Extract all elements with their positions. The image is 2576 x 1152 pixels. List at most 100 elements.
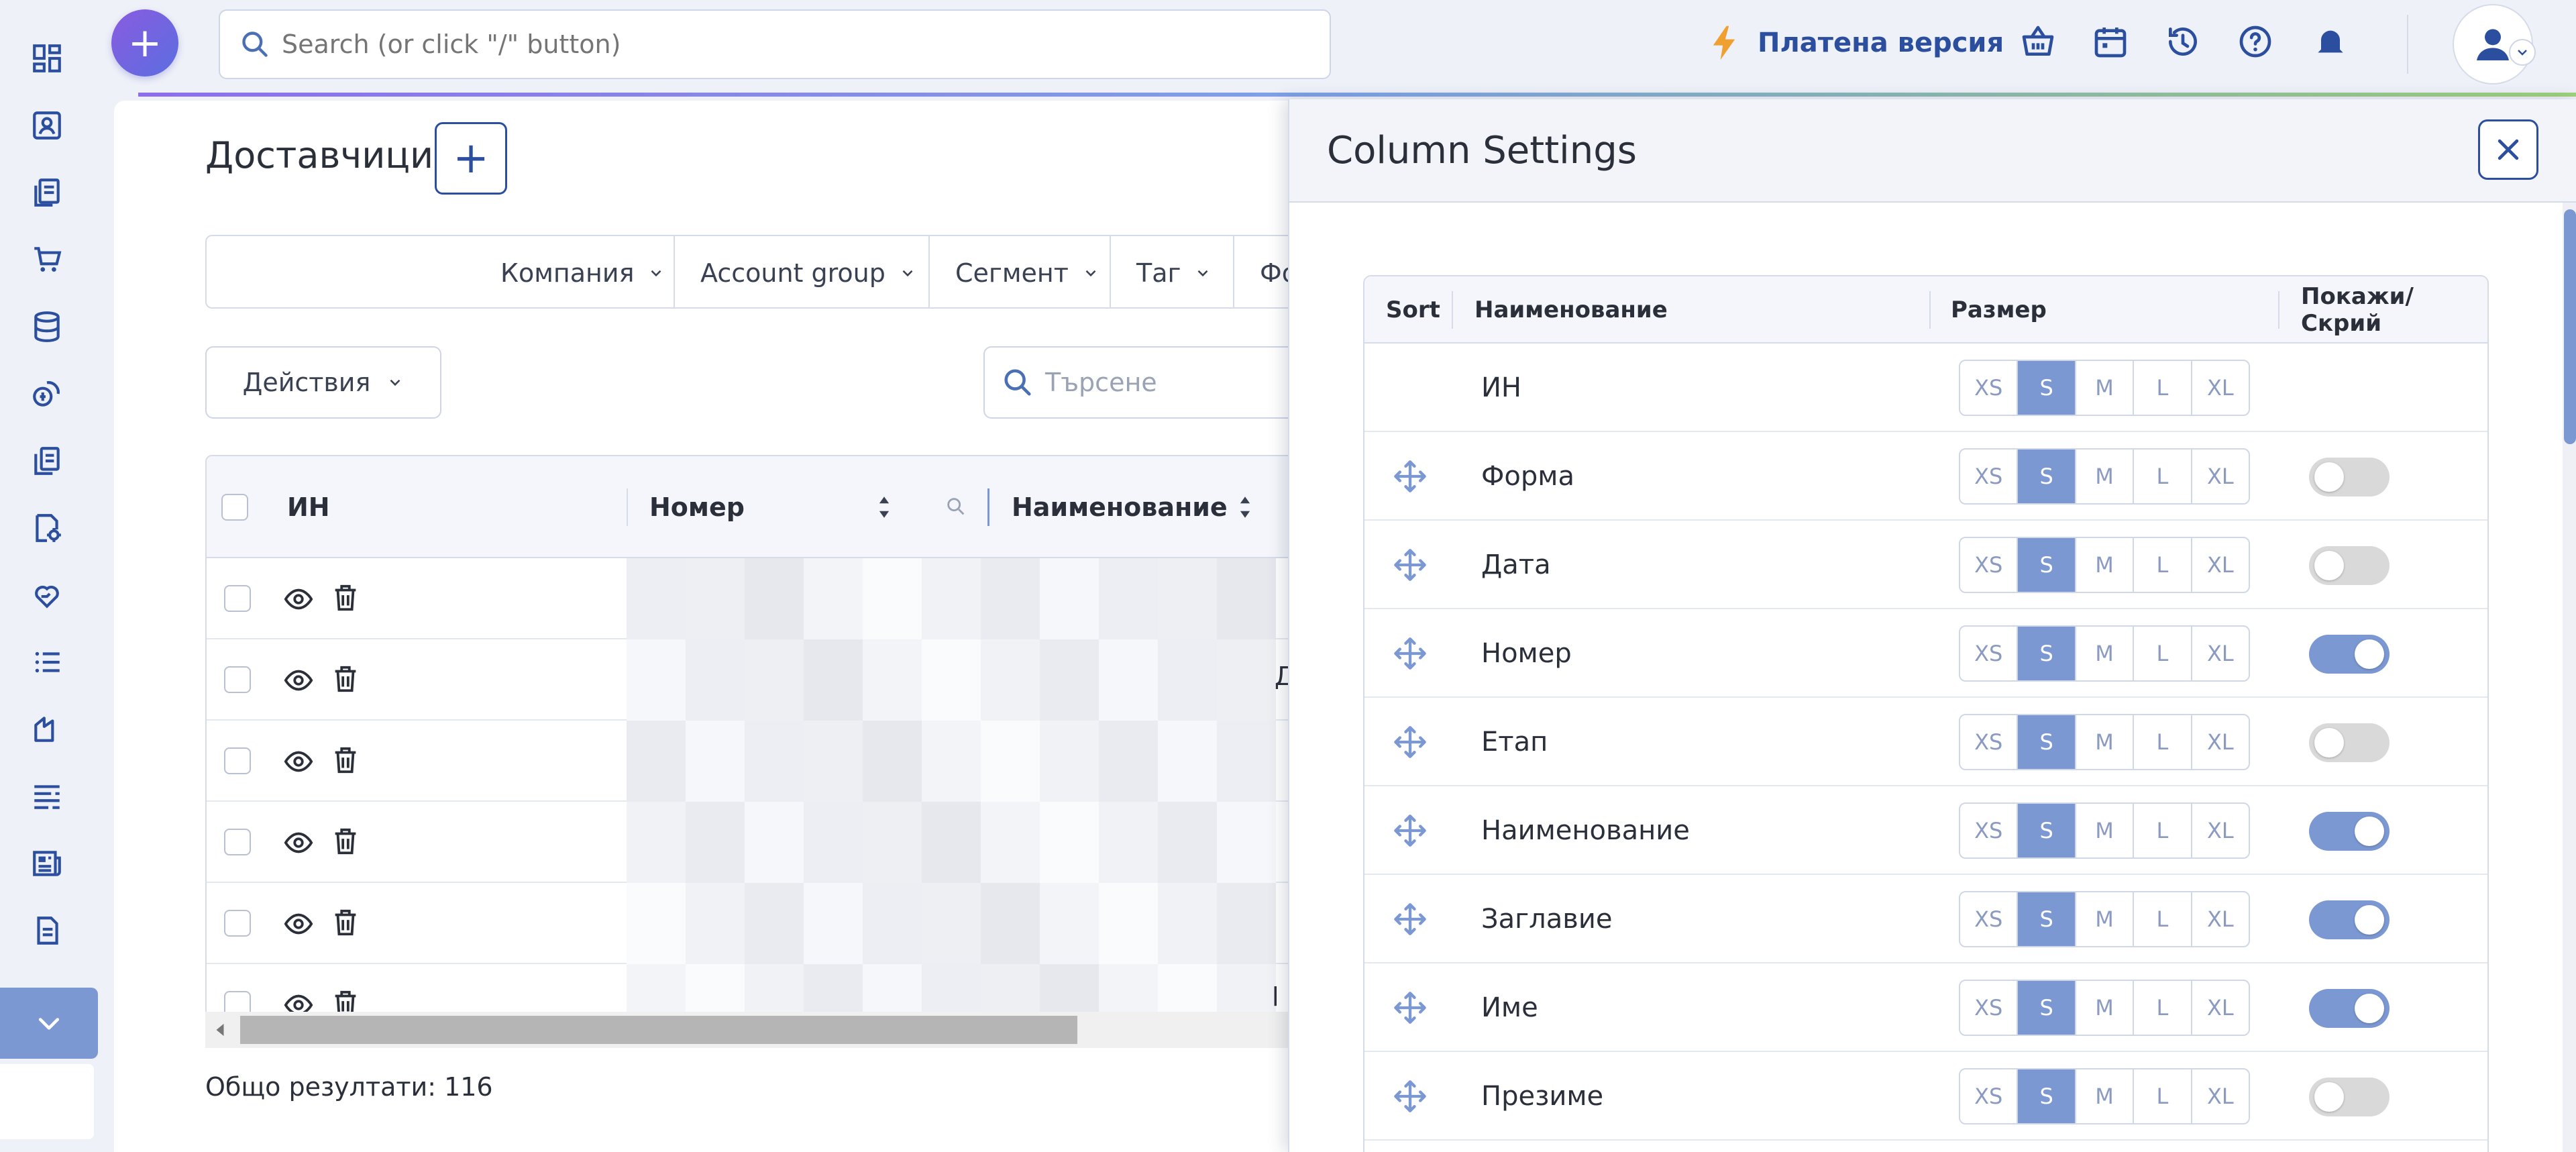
size-option-xl[interactable]: XL bbox=[2192, 892, 2249, 946]
filter-segment[interactable]: Сегмент bbox=[928, 236, 1125, 307]
drag-handle-icon[interactable] bbox=[1393, 990, 1428, 1025]
size-option-xl[interactable]: XL bbox=[2192, 450, 2249, 503]
size-option-m[interactable]: M bbox=[2076, 538, 2135, 592]
size-option-l[interactable]: L bbox=[2134, 981, 2192, 1035]
size-option-l[interactable]: L bbox=[2134, 715, 2192, 769]
size-option-xl[interactable]: XL bbox=[2192, 1069, 2249, 1123]
eye-icon[interactable] bbox=[283, 827, 314, 858]
size-option-xs[interactable]: XS bbox=[1960, 892, 2019, 946]
column-header-number[interactable]: Номер bbox=[649, 456, 745, 558]
size-option-xs[interactable]: XS bbox=[1960, 715, 2019, 769]
help-button[interactable] bbox=[2234, 20, 2277, 63]
table-row[interactable] bbox=[207, 639, 1318, 721]
size-option-l[interactable]: L bbox=[2134, 450, 2192, 503]
panel-scroll-thumb[interactable] bbox=[2564, 209, 2576, 444]
horizontal-scrollbar[interactable] bbox=[205, 1012, 1319, 1048]
size-option-xs[interactable]: XS bbox=[1960, 538, 2019, 592]
basket-button[interactable] bbox=[2017, 20, 2059, 63]
column-header-in[interactable]: ИН bbox=[287, 456, 330, 558]
size-option-m[interactable]: M bbox=[2076, 981, 2135, 1035]
rail-item-lines[interactable] bbox=[29, 778, 65, 815]
size-option-m[interactable]: M bbox=[2076, 715, 2135, 769]
size-option-xs[interactable]: XS bbox=[1960, 450, 2019, 503]
drag-handle-icon[interactable] bbox=[1393, 902, 1428, 937]
size-option-xl[interactable]: XL bbox=[2192, 538, 2249, 592]
trash-icon[interactable] bbox=[330, 664, 361, 694]
add-supplier-button[interactable]: + bbox=[435, 122, 507, 195]
trash-icon[interactable] bbox=[330, 907, 361, 938]
calendar-button[interactable] bbox=[2089, 20, 2132, 63]
close-panel-button[interactable] bbox=[2478, 119, 2538, 180]
size-option-xl[interactable]: XL bbox=[2192, 715, 2249, 769]
column-resize-handle[interactable] bbox=[987, 488, 989, 526]
sort-icon[interactable] bbox=[872, 494, 896, 521]
drag-handle-icon[interactable] bbox=[1393, 813, 1428, 848]
table-search[interactable]: Търсене bbox=[983, 346, 1319, 419]
drag-handle-icon[interactable] bbox=[1393, 636, 1428, 671]
size-option-xs[interactable]: XS bbox=[1960, 361, 2019, 415]
table-row[interactable] bbox=[207, 721, 1318, 802]
actions-dropdown[interactable]: Действия bbox=[205, 346, 441, 419]
notifications-button[interactable] bbox=[2309, 20, 2352, 63]
size-option-s[interactable]: S bbox=[2018, 627, 2076, 680]
size-option-s[interactable]: S bbox=[2018, 1069, 2076, 1123]
filter-account-group[interactable]: Account group bbox=[674, 236, 942, 307]
select-all-checkbox[interactable] bbox=[221, 456, 248, 558]
table-row[interactable] bbox=[207, 802, 1318, 883]
size-option-s[interactable]: S bbox=[2018, 981, 2076, 1035]
size-option-m[interactable]: M bbox=[2076, 892, 2135, 946]
row-checkbox[interactable] bbox=[224, 829, 251, 855]
size-option-m[interactable]: M bbox=[2076, 804, 2135, 857]
eye-icon[interactable] bbox=[283, 908, 314, 939]
visibility-toggle[interactable] bbox=[2309, 812, 2390, 851]
size-option-s[interactable]: S bbox=[2018, 538, 2076, 592]
visibility-toggle[interactable] bbox=[2309, 458, 2390, 496]
size-option-xl[interactable]: XL bbox=[2192, 627, 2249, 680]
rail-item-heart-hand[interactable] bbox=[29, 577, 65, 613]
size-option-xs[interactable]: XS bbox=[1960, 1069, 2019, 1123]
filter-company[interactable]: Компания bbox=[475, 236, 690, 307]
rail-item-cart[interactable] bbox=[29, 242, 65, 278]
filter-tag[interactable]: Таг bbox=[1110, 236, 1237, 307]
table-row[interactable] bbox=[207, 883, 1318, 964]
visibility-toggle[interactable] bbox=[2309, 1078, 2390, 1116]
visibility-toggle[interactable] bbox=[2309, 900, 2390, 939]
global-search[interactable] bbox=[219, 9, 1331, 79]
drag-handle-icon[interactable] bbox=[1393, 725, 1428, 760]
visibility-toggle[interactable] bbox=[2309, 635, 2390, 674]
size-option-l[interactable]: L bbox=[2134, 538, 2192, 592]
drag-handle-icon[interactable] bbox=[1393, 1079, 1428, 1114]
paid-version-link[interactable]: Платена версия bbox=[1709, 23, 2004, 63]
size-option-l[interactable]: L bbox=[2134, 627, 2192, 680]
size-option-xl[interactable]: XL bbox=[2192, 361, 2249, 415]
sort-icon[interactable] bbox=[1233, 494, 1257, 521]
visibility-toggle[interactable] bbox=[2309, 546, 2390, 585]
trash-icon[interactable] bbox=[330, 745, 361, 776]
rail-item-coins[interactable] bbox=[29, 376, 65, 412]
rail-item-newspaper[interactable] bbox=[29, 845, 65, 882]
panel-vertical-scrollbar[interactable] bbox=[2563, 203, 2576, 1152]
rail-item-contact-card[interactable] bbox=[29, 107, 65, 144]
history-button[interactable] bbox=[2161, 20, 2204, 63]
drag-handle-icon[interactable] bbox=[1393, 547, 1428, 582]
size-option-s[interactable]: S bbox=[2018, 361, 2076, 415]
row-checkbox[interactable] bbox=[224, 747, 251, 774]
user-menu-toggle[interactable] bbox=[2509, 39, 2536, 66]
quick-add-button[interactable]: + bbox=[111, 9, 178, 76]
size-option-xs[interactable]: XS bbox=[1960, 804, 2019, 857]
row-checkbox[interactable] bbox=[224, 666, 251, 693]
drag-handle-icon[interactable] bbox=[1393, 459, 1428, 494]
rail-item-files[interactable] bbox=[29, 443, 65, 479]
size-option-s[interactable]: S bbox=[2018, 450, 2076, 503]
size-option-m[interactable]: M bbox=[2076, 361, 2135, 415]
search-icon[interactable] bbox=[945, 495, 967, 518]
size-option-xs[interactable]: XS bbox=[1960, 627, 2019, 680]
row-checkbox[interactable] bbox=[224, 585, 251, 612]
size-option-s[interactable]: S bbox=[2018, 892, 2076, 946]
rail-item-list[interactable] bbox=[29, 644, 65, 680]
rail-item-database[interactable] bbox=[29, 309, 65, 345]
scroll-left-icon[interactable] bbox=[213, 1023, 227, 1037]
eye-icon[interactable] bbox=[283, 746, 314, 777]
size-option-s[interactable]: S bbox=[2018, 804, 2076, 857]
trash-icon[interactable] bbox=[330, 582, 361, 613]
